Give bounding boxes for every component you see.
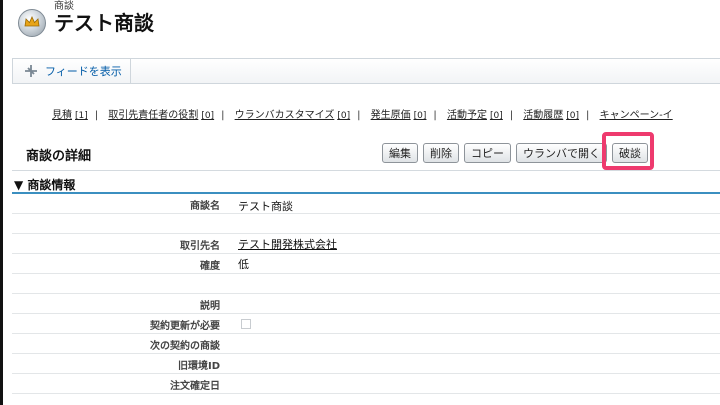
delete-button[interactable]: 削除 <box>423 143 459 163</box>
copy-button[interactable]: コピー <box>464 143 511 163</box>
field-label: 商談名 <box>190 201 220 212</box>
field-label: 確度 <box>200 261 220 272</box>
field-label: 注文確定日 <box>170 381 220 392</box>
field-label: 次の契約の商談 <box>150 341 220 352</box>
related-link-ulanba-custom[interactable]: ウランバカスタマイズ [0] <box>235 110 350 121</box>
field-row-blank <box>12 214 720 234</box>
field-row-description: 説明 <box>12 294 720 314</box>
related-list-links: 見積 [1] | 取引先責任者の役割 [0] | ウランバカスタマイズ [0] | 発生原価… <box>52 110 673 121</box>
opportunity-crown-icon <box>18 9 46 37</box>
field-label: 取引先名 <box>180 241 220 252</box>
field-row-next-deal: 次の契約の商談 <box>12 334 720 354</box>
show-feed-button[interactable]: フィードを表示 <box>13 59 131 83</box>
section-toggle-opportunity-info[interactable]: ▼ 商談情報 <box>14 176 75 193</box>
edit-button[interactable]: 編集 <box>382 143 418 163</box>
show-feed-label: フィードを表示 <box>45 65 122 78</box>
feed-bar: フィードを表示 <box>12 58 720 84</box>
field-value-name: テスト商談 <box>238 200 293 213</box>
field-value-probability: 低 <box>238 258 249 271</box>
window-left-border <box>0 0 3 405</box>
related-link-contact-roles[interactable]: 取引先責任者の役割 [0] <box>108 110 214 121</box>
field-row-blank <box>12 274 720 294</box>
detail-divider <box>12 170 720 171</box>
related-link-activity-history[interactable]: 活動履歴 [0] <box>523 110 579 121</box>
field-row-name: 商談名 テスト商談 <box>12 194 720 214</box>
field-label: 説明 <box>200 301 220 312</box>
field-row-order-date: 注文確定日 <box>12 374 720 394</box>
field-row-account: 取引先名 テスト開発株式会社 <box>12 234 720 254</box>
hadan-button-highlight <box>602 132 654 170</box>
related-link-cost[interactable]: 発生原価 [0] <box>371 110 427 121</box>
feed-pin-icon <box>25 65 37 77</box>
page-title: テスト商談 <box>54 11 154 35</box>
related-link-campaign[interactable]: キャンペーン-イ <box>600 110 673 121</box>
field-label: 契約更新が必要 <box>150 321 220 332</box>
field-row-legacy-id: 旧環境ID <box>12 354 720 374</box>
related-link-quotes[interactable]: 見積 [1] <box>52 110 88 121</box>
account-link[interactable]: テスト開発株式会社 <box>238 236 337 252</box>
detail-section-title: 商談の詳細 <box>26 149 92 164</box>
related-link-open-activities[interactable]: 活動予定 [0] <box>447 110 503 121</box>
renewal-checkbox <box>241 319 251 329</box>
field-label: 旧環境ID <box>177 361 220 372</box>
field-row-renewal: 契約更新が必要 <box>12 314 720 334</box>
field-row-probability: 確度 低 <box>12 254 720 274</box>
open-in-ulanba-button[interactable]: ウランバで開く <box>516 143 607 163</box>
